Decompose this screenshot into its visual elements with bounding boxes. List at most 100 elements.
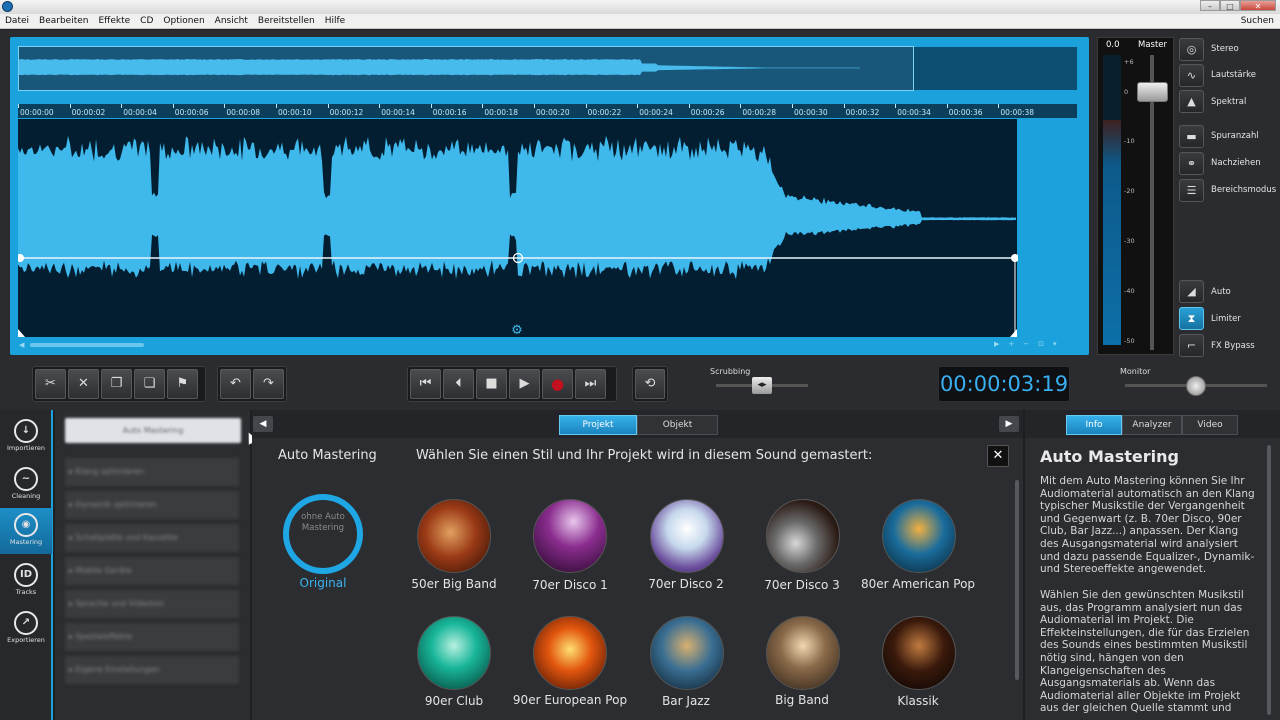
style-90er-club-thumbnail[interactable] <box>417 616 491 690</box>
paste-icon[interactable]: ❏ <box>134 369 165 399</box>
effect-category[interactable]: ▸ Schallplatte und Kassette <box>65 524 239 552</box>
scrubbing-slider[interactable]: ◂▸ <box>752 377 772 394</box>
style-klassik-thumbnail[interactable] <box>882 616 956 690</box>
range-mode-icon[interactable]: ☰ <box>1179 179 1204 202</box>
zoom-controls-icon[interactable]: ▶+−⊡▾ <box>994 340 1066 348</box>
style-80er-american-pop-thumbnail[interactable] <box>882 499 956 573</box>
menu-ansicht[interactable]: Ansicht <box>210 14 253 29</box>
fade-out-handle[interactable] <box>1010 329 1017 337</box>
style-70er-disco-1-thumbnail[interactable] <box>533 499 607 573</box>
delete-icon[interactable]: ✕ <box>68 369 99 399</box>
menu-cd[interactable]: CD <box>135 14 158 29</box>
menu-datei[interactable]: Datei <box>0 14 34 29</box>
nav-tracks[interactable]: ID Tracks <box>0 558 52 604</box>
loop-icon[interactable]: ⟲ <box>635 369 665 399</box>
record-icon[interactable]: ● <box>542 369 573 399</box>
track-count-icon[interactable]: ▬ <box>1179 125 1204 148</box>
tab-info[interactable]: Info <box>1066 415 1122 435</box>
info-scrollbar[interactable] <box>1267 445 1271 715</box>
style-70er-disco-3-thumbnail[interactable] <box>766 499 840 573</box>
go-to-start-icon[interactable]: ⏮ <box>410 369 441 399</box>
scrollbar-thumb[interactable] <box>30 343 144 347</box>
stop-icon[interactable]: ■ <box>476 369 507 399</box>
overview-selection[interactable] <box>18 46 914 91</box>
style-label: 90er Club <box>424 694 484 708</box>
close-window-button[interactable]: ✕ <box>1240 0 1276 11</box>
effect-category[interactable]: ▸ Spezialeffekte <box>65 623 239 651</box>
close-icon[interactable]: ✕ <box>987 445 1009 467</box>
styles-scrollbar[interactable] <box>1015 480 1019 680</box>
tab-video[interactable]: Video <box>1182 415 1238 435</box>
search-menu[interactable]: Suchen <box>1241 14 1274 29</box>
ruler-tick-mark <box>688 104 690 108</box>
previous-icon[interactable]: ⏴ <box>443 369 474 399</box>
effect-category[interactable]: ▸ Eigene Einstellungen <box>65 656 239 684</box>
limiter-icon[interactable]: ⧗ <box>1179 307 1204 330</box>
scroll-left-icon[interactable]: ◀ <box>19 341 24 349</box>
copy-icon[interactable]: ❐ <box>101 369 132 399</box>
original-style-button[interactable] <box>283 494 363 574</box>
cut-scissors-icon[interactable]: ✂ <box>35 369 66 399</box>
minimize-button[interactable]: – <box>1200 0 1220 11</box>
nav-mastering[interactable]: ◉ Mastering <box>0 508 52 554</box>
effect-category[interactable]: ▸ Mobile Geräte <box>65 557 239 585</box>
tab-projekt[interactable]: Projekt <box>559 415 637 435</box>
fx-bypass-icon[interactable]: ⌐ <box>1179 334 1204 357</box>
edit-tools-group: ✂ ✕ ❐ ❏ ⚑ <box>32 366 206 402</box>
nav-exportieren[interactable]: ↗ Exportieren <box>0 606 52 652</box>
tab-analyzer[interactable]: Analyzer <box>1122 415 1182 435</box>
main-waveform-graphic: ⚙ <box>18 135 1018 337</box>
menu-bereitstellen[interactable]: Bereitstellen <box>253 14 320 29</box>
style-70er-disco-2-thumbnail[interactable] <box>650 499 724 573</box>
horizontal-scrollbar[interactable] <box>18 340 1077 350</box>
ruler-tick-label: 00:00:38 <box>1000 108 1035 117</box>
undo-icon[interactable]: ↶ <box>220 369 251 399</box>
collapse-left-icon[interactable]: ◀ <box>253 416 273 432</box>
ruler-tick-label: 00:00:02 <box>71 108 106 117</box>
style-big-band-thumbnail[interactable] <box>766 616 840 690</box>
collapse-right-icon[interactable]: ▶ <box>999 416 1019 432</box>
style-label: 90er European Pop <box>512 693 628 707</box>
playback-controls: ⏮ ⏴ ■ ▶ ● ⏭ <box>407 366 617 402</box>
style-50er-big-band-thumbnail[interactable] <box>417 499 491 573</box>
style-bar-jazz-thumbnail[interactable] <box>650 616 724 690</box>
nav-importieren[interactable]: ↓ Importieren <box>0 414 52 460</box>
object-settings-gear-icon[interactable]: ⚙ <box>511 323 523 337</box>
volume-curve-icon[interactable]: ∿ <box>1179 64 1204 87</box>
fade-in-handle[interactable] <box>18 329 25 337</box>
auto-icon[interactable]: ◢ <box>1179 280 1204 303</box>
go-to-end-icon[interactable]: ⏭ <box>575 369 606 399</box>
monitor-volume-slider[interactable] <box>1186 376 1206 396</box>
auto-mastering-button[interactable]: Auto Mastering <box>65 418 241 443</box>
ruler-tick-label: 00:00:22 <box>587 108 622 117</box>
effect-category[interactable]: ▸ Klang optimieren <box>65 458 239 486</box>
spectrum-icon[interactable]: ▲ <box>1179 90 1204 113</box>
ruler-tick-mark <box>482 104 484 108</box>
tool-label-track-count: Spuranzahl <box>1211 131 1259 141</box>
menu-effekte[interactable]: Effekte <box>93 14 135 29</box>
app-logo-icon[interactable] <box>2 1 13 12</box>
ruler-tick-label: 00:00:32 <box>845 108 880 117</box>
meter-scale-label: -40 <box>1124 287 1135 295</box>
menu-optionen[interactable]: Optionen <box>158 14 209 29</box>
marker-flag-icon[interactable]: ⚑ <box>167 369 198 399</box>
ruler-tick-label: 00:00:18 <box>484 108 519 117</box>
time-ruler[interactable]: 00:00:00 00:00:02 00:00:04 00:00:06 00:00:08… <box>18 104 1077 118</box>
info-paragraph-2: Wählen Sie den gewünschten Musikstil aus… <box>1040 589 1250 715</box>
ruler-tick-mark <box>430 104 432 108</box>
maximize-button[interactable]: □ <box>1220 0 1240 11</box>
style-90er-european-pop-thumbnail[interactable] <box>533 616 607 690</box>
tab-objekt[interactable]: Objekt <box>637 415 718 435</box>
master-volume-slider[interactable] <box>1137 82 1168 102</box>
menu-hilfe[interactable]: Hilfe <box>320 14 350 29</box>
play-icon[interactable]: ▶ <box>509 369 540 399</box>
ruler-tick-label: 00:00:28 <box>742 108 777 117</box>
link-icon[interactable]: ⚭ <box>1179 152 1204 175</box>
menu-bearbeiten[interactable]: Bearbeiten <box>34 14 93 29</box>
stereo-icon[interactable]: ◎ <box>1179 38 1204 61</box>
nav-cleaning[interactable]: ~ Cleaning <box>0 462 52 508</box>
redo-icon[interactable]: ↷ <box>253 369 284 399</box>
effect-category[interactable]: ▸ Dynamik optimieren <box>65 491 239 519</box>
tool-label-range-mode: Bereichsmodus <box>1211 185 1277 195</box>
effect-category[interactable]: ▸ Sprache und Videoton <box>65 590 239 618</box>
